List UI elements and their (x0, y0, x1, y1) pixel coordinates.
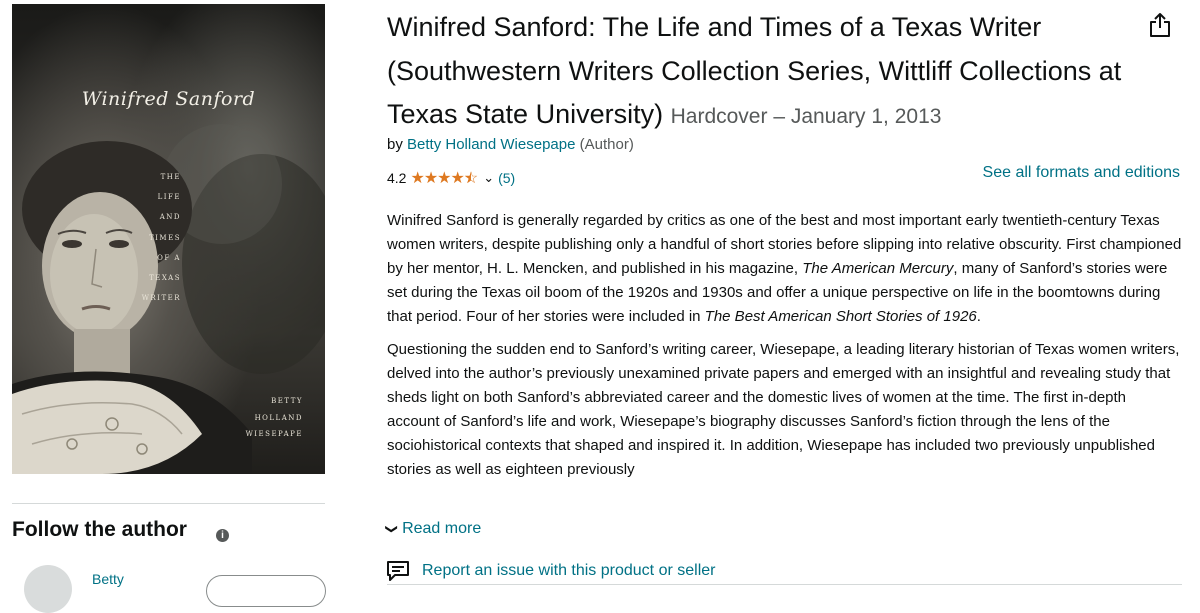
cover-subtitle-line: AND (159, 213, 181, 222)
cover-subtitle-line: TIMES (148, 233, 181, 242)
cover-subtitle-line: OF A (157, 253, 181, 262)
cover-author-line: HOLLAND (254, 413, 303, 422)
see-all-formats-link[interactable]: See all formats and editions (983, 164, 1180, 182)
divider (387, 584, 1182, 585)
book-cover-image[interactable]: Winifred Sanford THE LIFE AND TIMES OF A… (12, 4, 325, 474)
cover-subtitle: THE LIFE AND TIMES OF A TEXAS WRITER (142, 167, 181, 308)
byline: by Betty Holland Wiesepape (Author) (387, 136, 634, 153)
read-more-link[interactable]: ❯ Read more (385, 520, 482, 538)
report-issue-label: Report an issue with this product or sel… (422, 562, 716, 579)
follow-author-heading: Follow the author (12, 518, 187, 541)
chevron-down-icon: ❯ (385, 523, 400, 535)
cover-subtitle-line: LIFE (157, 193, 181, 202)
cover-author-line: WIESEPAPE (245, 430, 303, 438)
description-paragraph: Winifred Sanford is generally regarded b… (387, 209, 1182, 329)
rating-row[interactable]: 4.2 ★ ★ ★ ★ ☆ ★ ⌄ (5) (387, 168, 515, 188)
info-icon[interactable]: i (216, 529, 229, 542)
author-role: (Author) (579, 136, 634, 153)
star-rating[interactable]: ★ ★ ★ ★ ☆ ★ (410, 168, 478, 188)
rating-count-link[interactable]: (5) (498, 170, 515, 186)
report-flag-icon (387, 561, 409, 581)
follow-button[interactable] (206, 575, 326, 607)
half-star-icon: ☆ ★ (463, 170, 478, 187)
cover-subtitle-line: THE (160, 173, 181, 181)
star-icon: ★ (423, 170, 438, 187)
cover-subtitle-line: WRITER (141, 294, 181, 303)
divider (12, 503, 325, 504)
rating-value: 4.2 (387, 170, 407, 186)
author-avatar[interactable] (24, 565, 72, 613)
share-icon[interactable] (1148, 12, 1172, 38)
cover-subtitle-line: TEXAS (149, 274, 181, 283)
description-italic: The American Mercury (802, 260, 954, 277)
cover-author-line: BETTY (271, 397, 303, 405)
description-paragraph: Questioning the sudden end to Sanford’s … (387, 341, 1180, 478)
star-icon: ★ (410, 170, 424, 187)
star-icon: ★ (450, 170, 465, 187)
product-description: Winifred Sanford is generally regarded b… (387, 209, 1182, 509)
star-icon: ★ (437, 170, 451, 187)
cover-title: Winifred Sanford (81, 88, 256, 110)
cover-author: BETTY HOLLAND WIESEPAPE (246, 393, 303, 443)
product-title-block: Winifred Sanford: The Life and Times of … (387, 6, 1167, 139)
report-issue-link[interactable]: Report an issue with this product or sel… (386, 560, 715, 582)
description-text: . (976, 308, 981, 325)
byline-prefix: by (387, 136, 403, 153)
author-link[interactable]: Betty Holland Wiesepape (407, 136, 575, 153)
read-more-label: Read more (402, 520, 482, 537)
author-profile-link[interactable]: Betty (92, 571, 124, 587)
description-italic: The Best American Short Stories of 1926 (704, 308, 977, 325)
chevron-down-icon[interactable]: ⌄ (483, 170, 494, 186)
product-format: Hardcover – January 1, 2013 (670, 105, 942, 128)
